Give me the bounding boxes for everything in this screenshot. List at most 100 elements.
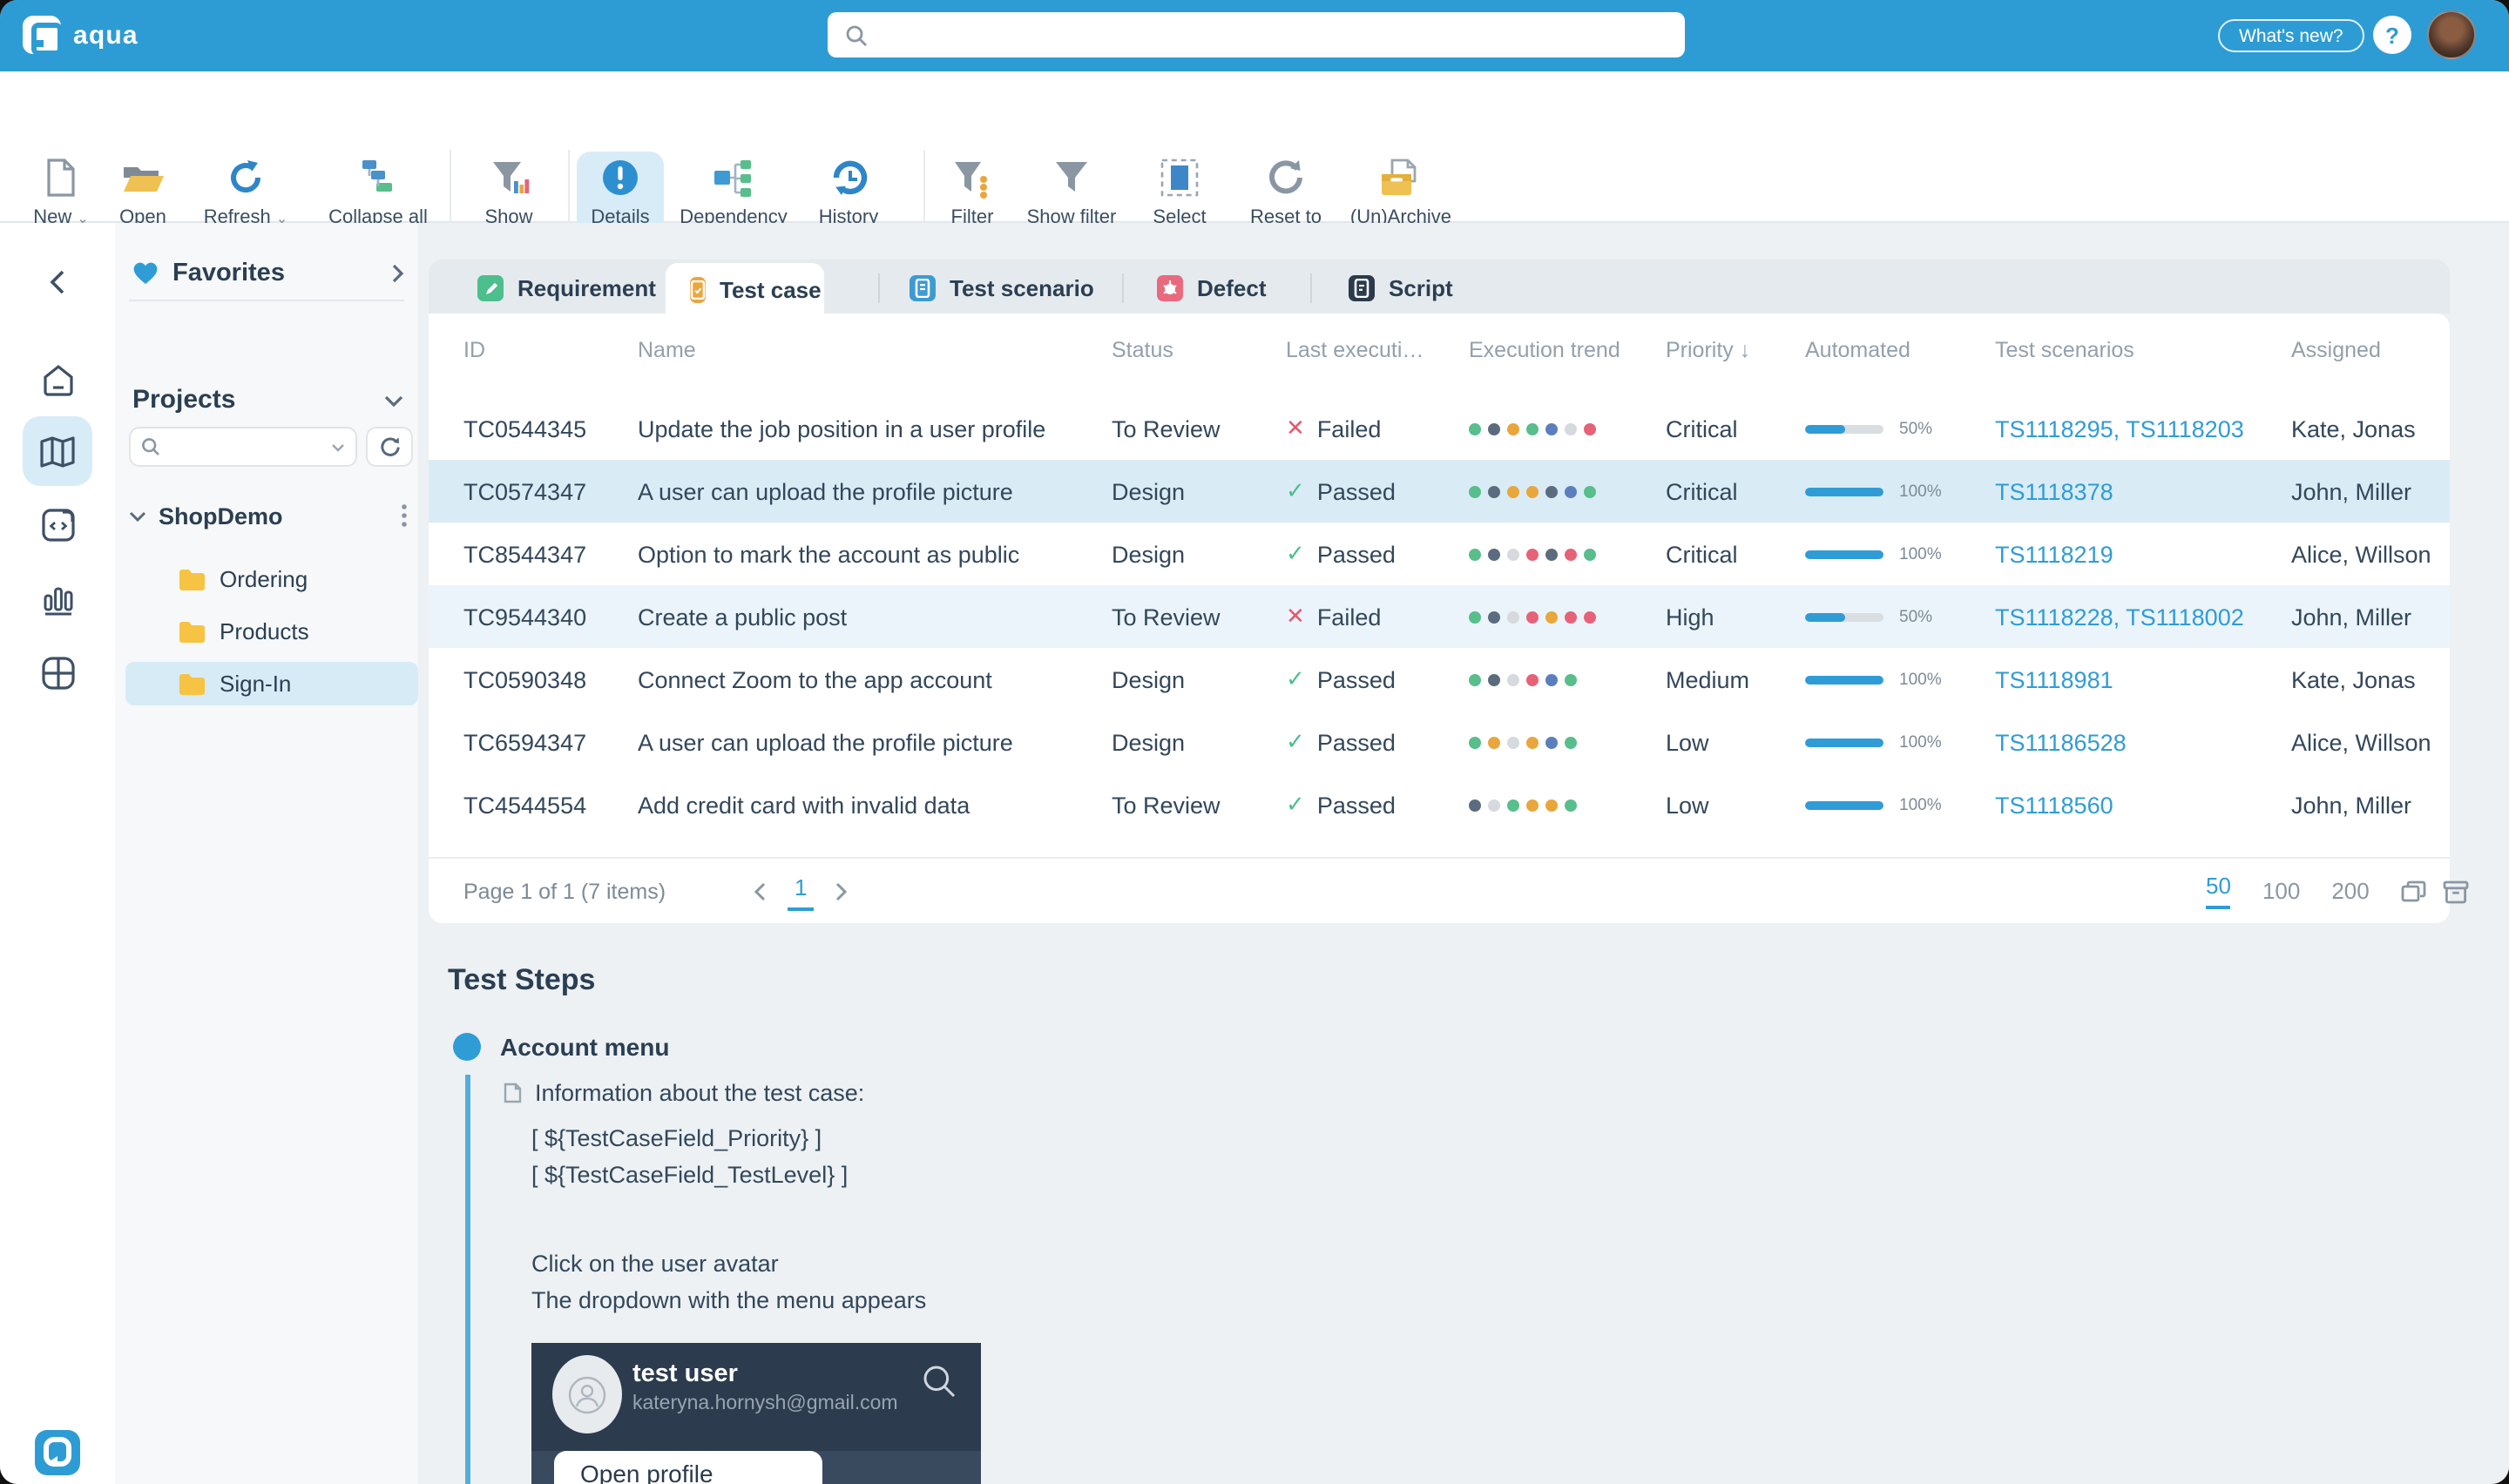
project-search-input[interactable] xyxy=(167,436,324,457)
heart-icon xyxy=(132,261,159,286)
tab-test-case[interactable]: Test case xyxy=(666,263,824,317)
column-header-execution-trend[interactable]: Execution trend xyxy=(1469,338,1620,362)
cell-assigned: Alice, Willson xyxy=(2291,711,2431,773)
kebab-menu-icon[interactable] xyxy=(401,503,408,528)
open-button[interactable]: Open xyxy=(105,155,181,230)
trend-dot-red xyxy=(1565,548,1577,560)
chevron-right-icon[interactable] xyxy=(390,263,404,284)
cell-assigned: John, Miller xyxy=(2291,460,2411,523)
folder-item-sign-in[interactable]: Sign-In xyxy=(125,662,418,705)
select-columns-icon xyxy=(1159,155,1200,200)
trend-dot-slate xyxy=(1488,422,1500,435)
sidebar-item-home[interactable] xyxy=(23,345,92,415)
archive-box-icon[interactable] xyxy=(2443,880,2469,904)
table-row[interactable]: TC4544554 Add credit card with invalid d… xyxy=(429,773,2450,836)
automation-percent: 100% xyxy=(1899,670,1942,689)
page-number[interactable]: 1 xyxy=(788,871,814,911)
column-header-priority[interactable]: Priority ↓ xyxy=(1666,338,1750,362)
script-icon xyxy=(1349,275,1375,301)
column-header-id[interactable]: ID xyxy=(463,338,485,362)
project-refresh-button[interactable] xyxy=(366,427,413,467)
grid-icon xyxy=(39,654,76,691)
chevron-down-icon[interactable] xyxy=(383,393,404,407)
test-scenario-link[interactable]: TS11186528 xyxy=(1995,729,2127,755)
next-page-button[interactable] xyxy=(835,880,849,901)
divider xyxy=(129,300,404,301)
table-row[interactable]: TC9544340 Create a public post To Review… xyxy=(429,585,2450,648)
page-size-100[interactable]: 100 xyxy=(2262,878,2300,904)
test-scenario-link[interactable]: TS1118219 xyxy=(1995,541,2113,567)
cell-priority: Low xyxy=(1666,773,1709,836)
page-size-50[interactable]: 50 xyxy=(2206,873,2231,909)
automation-progress-bar xyxy=(1805,738,1883,746)
table-row[interactable]: TC0544345 Update the job position in a u… xyxy=(429,397,2450,460)
chevron-down-icon[interactable] xyxy=(331,442,345,452)
trend-dot-red xyxy=(1565,610,1577,623)
sidebar-item-reports[interactable] xyxy=(23,563,92,632)
trend-dot-yellow xyxy=(1526,485,1539,497)
step-bullet[interactable] xyxy=(453,1033,481,1061)
cell-id: TC0544345 xyxy=(463,397,586,460)
table-row[interactable]: TC8544347 Option to mark the account as … xyxy=(429,523,2450,585)
table-row[interactable]: TC6594347 A user can upload the profile … xyxy=(429,711,2450,773)
sidebar-item-modules[interactable] xyxy=(23,637,92,707)
cell-id: TC6594347 xyxy=(463,711,586,773)
copy-items-icon[interactable] xyxy=(2401,880,2427,904)
brand-name: aqua xyxy=(73,20,139,50)
toolbar: New ⌄ Open Refresh ⌄ Collapse all projec… xyxy=(0,71,2509,223)
column-header-assigned[interactable]: Assigned xyxy=(2291,338,2381,362)
cell-automated: 100% xyxy=(1805,648,1942,711)
automation-progress-bar xyxy=(1805,487,1883,496)
column-header-last-execution[interactable]: Last executi… xyxy=(1286,338,1424,362)
column-header-status[interactable]: Status xyxy=(1112,338,1173,362)
cell-execution-trend xyxy=(1469,523,1596,585)
collapse-sidebar-button[interactable] xyxy=(23,247,92,317)
table-row[interactable]: TC0590348 Connect Zoom to the app accoun… xyxy=(429,648,2450,711)
new-button[interactable]: New ⌄ xyxy=(24,155,98,230)
sidebar-item-projects[interactable] xyxy=(23,416,92,486)
test-scenario-link[interactable]: TS1118378 xyxy=(1995,478,2113,504)
trend-dot-red xyxy=(1526,673,1539,685)
table-row[interactable]: TC0574347 A user can upload the profile … xyxy=(429,460,2450,523)
help-button[interactable]: ? xyxy=(2373,16,2411,54)
global-search[interactable] xyxy=(828,12,1685,57)
column-header-name[interactable]: Name xyxy=(638,338,696,362)
cell-last-execution: ✓ Passed xyxy=(1286,773,1396,836)
page-size-200[interactable]: 200 xyxy=(2331,878,2369,904)
trend-dot-slate xyxy=(1488,673,1500,685)
folder-icon xyxy=(178,672,206,695)
history-button[interactable]: History xyxy=(805,155,892,230)
column-header-automated[interactable]: Automated xyxy=(1805,338,1910,362)
project-root-shopdemo[interactable]: ShopDemo xyxy=(129,493,408,538)
test-scenario-link[interactable]: TS1118981 xyxy=(1995,666,2113,692)
folder-item-products[interactable]: Products xyxy=(125,610,418,653)
cell-execution-trend xyxy=(1469,460,1596,523)
project-search[interactable] xyxy=(129,427,357,467)
tab-script[interactable]: Script xyxy=(1324,263,1478,314)
tab-requirement[interactable]: Requirement xyxy=(453,263,680,314)
cell-name: A user can upload the profile picture xyxy=(638,711,1013,773)
folder-item-ordering[interactable]: Ordering xyxy=(125,557,418,601)
dependency-button[interactable]: Dependency xyxy=(676,155,791,230)
cell-name: Option to mark the account as public xyxy=(638,523,1019,585)
tab-test-scenario[interactable]: Test scenario xyxy=(885,263,1119,314)
trend-dot-blue xyxy=(1545,673,1558,685)
user-avatar[interactable] xyxy=(2427,10,2476,59)
test-scenario-link[interactable]: TS1118228, TS1118002 xyxy=(1995,604,2244,630)
global-search-input[interactable] xyxy=(878,23,1685,47)
refresh-button[interactable]: Refresh ⌄ xyxy=(192,155,300,230)
trend-dot-slate xyxy=(1545,548,1558,560)
trend-dot-yellow xyxy=(1545,799,1558,811)
test-scenario-link[interactable]: TS1118560 xyxy=(1995,792,2113,818)
whats-new-button[interactable]: What's new? xyxy=(2218,19,2364,52)
step-action-1: Click on the user avatar xyxy=(531,1251,779,1277)
chevron-down-icon[interactable] xyxy=(129,509,146,522)
tab-defect[interactable]: Defect xyxy=(1133,263,1291,314)
sidebar-item-scripts[interactable] xyxy=(23,489,92,559)
projects-label: Projects xyxy=(132,385,383,415)
trend-dot-yellow xyxy=(1545,610,1558,623)
test-scenario-link[interactable]: TS1118295, TS1118203 xyxy=(1995,415,2244,442)
column-header-test-scenarios[interactable]: Test scenarios xyxy=(1995,338,2134,362)
prev-page-button[interactable] xyxy=(753,880,767,901)
cell-last-execution: ✓ Passed xyxy=(1286,523,1396,585)
